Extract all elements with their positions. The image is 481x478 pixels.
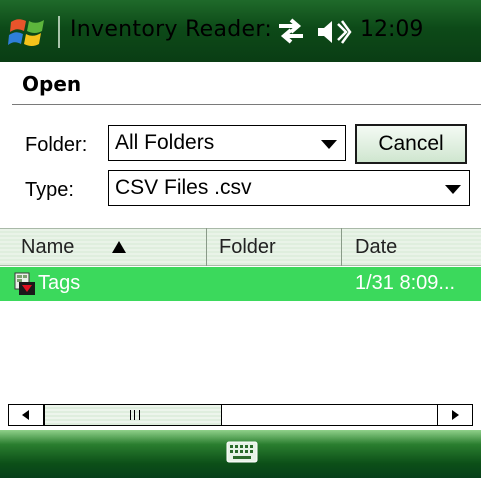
speaker-icon[interactable] <box>316 18 352 46</box>
chevron-down-icon <box>445 185 461 194</box>
column-header-name[interactable]: Name <box>21 236 74 259</box>
triangle-right-icon <box>452 410 459 420</box>
column-divider[interactable] <box>206 228 207 266</box>
grip-icon <box>130 410 140 420</box>
folder-value: All Folders <box>115 131 215 154</box>
folder-label: Folder: <box>25 134 88 156</box>
keyboard-icon[interactable] <box>226 441 258 463</box>
type-label: Type: <box>25 179 74 201</box>
type-dropdown[interactable]: CSV Files .csv <box>108 170 470 206</box>
header-divider <box>12 104 481 105</box>
title-divider <box>58 16 60 48</box>
column-header-date[interactable]: Date <box>355 236 397 259</box>
scroll-right-button[interactable] <box>437 404 473 426</box>
type-value: CSV Files .csv <box>115 176 252 199</box>
dialog-title: Open <box>22 72 82 96</box>
file-date: 1/31 8:09... <box>355 272 456 294</box>
scroll-left-button[interactable] <box>8 404 44 426</box>
cancel-button[interactable]: Cancel <box>355 124 467 164</box>
windows-logo-icon[interactable] <box>8 14 48 50</box>
chevron-down-icon <box>321 140 337 149</box>
app-title: Inventory Reader: <box>70 17 273 42</box>
clock[interactable]: 12:09 <box>360 17 423 42</box>
triangle-left-icon <box>22 410 29 420</box>
column-header-folder[interactable]: Folder <box>219 236 276 259</box>
file-name: Tags <box>38 272 81 294</box>
file-list[interactable] <box>0 301 481 404</box>
csv-file-icon <box>14 272 35 295</box>
column-divider[interactable] <box>341 228 342 266</box>
folder-dropdown[interactable]: All Folders <box>108 125 346 161</box>
connectivity-arrows-icon[interactable] <box>275 18 307 44</box>
sort-ascending-icon <box>112 241 126 253</box>
